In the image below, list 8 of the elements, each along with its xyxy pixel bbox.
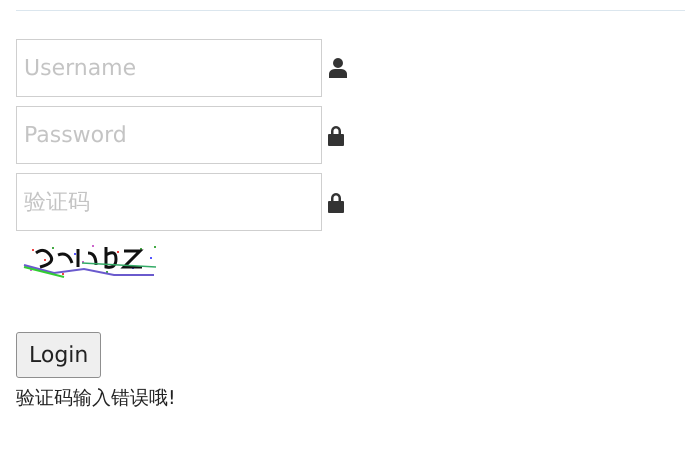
input-field[interactable]: Password bbox=[16, 106, 322, 164]
error-message: 验证码输入错误哦! bbox=[16, 386, 177, 411]
login-button[interactable]: Login bbox=[16, 332, 102, 378]
user-icon bbox=[328, 57, 348, 79]
input-field[interactable]: 验证码 bbox=[16, 173, 322, 231]
input-field[interactable]: Username bbox=[16, 39, 322, 97]
lock-icon bbox=[328, 192, 344, 212]
lock-icon bbox=[328, 124, 344, 146]
